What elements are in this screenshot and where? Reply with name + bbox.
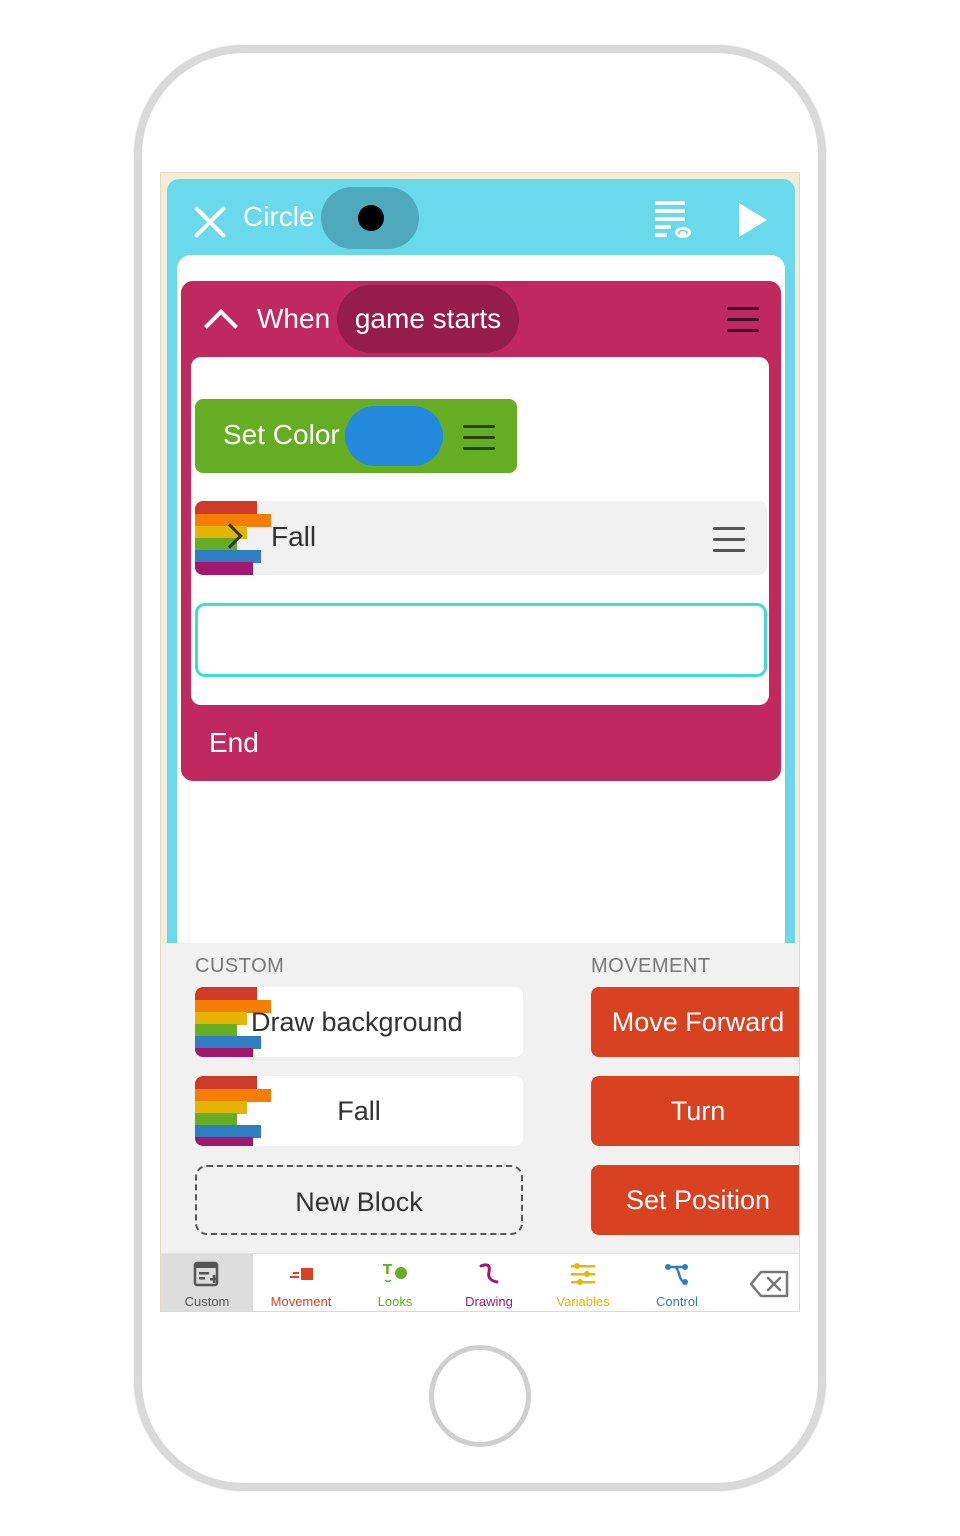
set-color-menu-icon[interactable] <box>463 423 495 451</box>
control-icon <box>665 1264 688 1285</box>
sprite-name: Circle <box>243 201 315 232</box>
fall-block-label: Fall <box>271 521 317 552</box>
tab-label: Looks <box>377 1294 413 1309</box>
script-preview-icon[interactable] <box>655 201 695 241</box>
tab-control[interactable]: Control <box>631 1254 723 1311</box>
code-editor-frame: Circle When game starts Set Color Fall E… <box>167 179 795 969</box>
category-tab-bar: Custom Movement T Looks Drawing Variable… <box>161 1253 799 1311</box>
tab-label: Custom <box>184 1294 230 1309</box>
app-screen: Circle When game starts Set Color Fall E… <box>160 172 800 1312</box>
move-forward-block[interactable]: Move Forward <box>591 987 799 1057</box>
custom-section-heading: CUSTOM <box>195 955 285 977</box>
tab-looks[interactable]: T Looks <box>349 1254 441 1311</box>
top-bar: Circle <box>167 179 795 259</box>
palette-draw-background-block[interactable]: Draw background <box>195 987 523 1057</box>
palette-fall-block[interactable]: Fall <box>195 1076 523 1146</box>
event-selector[interactable]: game starts <box>337 285 519 353</box>
when-block-menu-icon[interactable] <box>727 305 759 333</box>
collapse-chevron-icon[interactable] <box>204 309 238 343</box>
close-icon[interactable] <box>193 205 227 239</box>
tab-label: Movement <box>270 1294 332 1309</box>
tab-label: Variables <box>556 1294 610 1309</box>
when-event-block[interactable]: When game starts Set Color Fall End <box>181 281 781 781</box>
drawing-icon <box>479 1263 499 1284</box>
when-block-body: Set Color Fall <box>191 357 769 705</box>
svg-text:T: T <box>383 1263 392 1278</box>
movement-section-heading: MOVEMENT <box>591 955 711 977</box>
movement-icon <box>290 1268 313 1280</box>
tab-label: Drawing <box>465 1294 513 1309</box>
sprite-preview-button[interactable] <box>321 187 419 249</box>
new-block-button[interactable]: New Block <box>195 1165 523 1235</box>
play-icon[interactable] <box>739 203 767 237</box>
circle-sprite-icon <box>358 205 384 231</box>
palette-item-label: Draw background <box>251 1007 463 1037</box>
tab-variables[interactable]: Variables <box>537 1254 629 1311</box>
palette-item-label: Fall <box>337 1096 381 1126</box>
block-palette: CUSTOM MOVEMENT Draw background Fall New… <box>161 943 799 1253</box>
custom-block-rainbow-icon <box>195 1076 271 1146</box>
home-button[interactable] <box>429 1345 531 1447</box>
when-label: When <box>257 303 331 334</box>
end-label: End <box>209 727 259 758</box>
tab-custom[interactable]: Custom <box>161 1254 253 1311</box>
tab-drawing[interactable]: Drawing <box>443 1254 535 1311</box>
backspace-icon[interactable] <box>749 1270 789 1298</box>
fall-block-menu-icon[interactable] <box>713 525 745 553</box>
fall-custom-block[interactable]: Fall <box>195 501 767 575</box>
tab-movement[interactable]: Movement <box>255 1254 347 1311</box>
custom-block-icon <box>193 1261 219 1287</box>
variables-icon <box>571 1263 595 1285</box>
block-drop-slot[interactable] <box>195 603 767 677</box>
turn-block[interactable]: Turn <box>591 1076 799 1146</box>
color-swatch[interactable] <box>345 406 443 466</box>
set-color-block[interactable]: Set Color <box>195 399 517 473</box>
set-position-block[interactable]: Set Position <box>591 1165 799 1235</box>
looks-icon: T <box>383 1263 407 1283</box>
set-color-label: Set Color <box>223 419 340 450</box>
tab-label: Control <box>656 1294 698 1309</box>
